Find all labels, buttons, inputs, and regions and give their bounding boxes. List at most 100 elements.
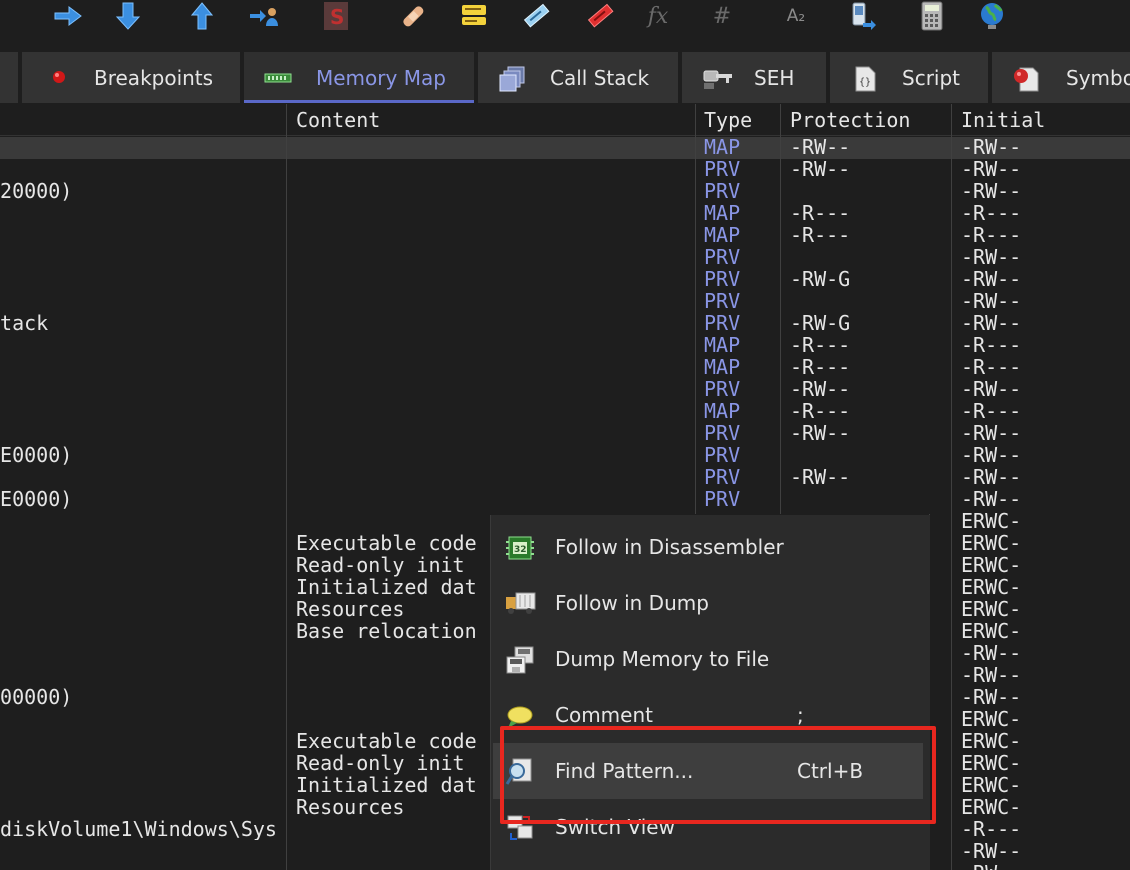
- function-icon[interactable]: fx: [642, 0, 674, 32]
- column-header-protection[interactable]: Protection: [790, 108, 910, 132]
- column-divider: [695, 104, 696, 514]
- protection-cell: -R---: [790, 223, 851, 247]
- tab-symbols[interactable]: Symbo: [992, 52, 1130, 103]
- tab-memory-map[interactable]: Memory Map: [244, 52, 474, 103]
- address-info-cell: diskVolume1\Windows\Sys: [0, 818, 277, 840]
- label-icon[interactable]: [520, 0, 552, 32]
- tab-memory-map-label: Memory Map: [316, 66, 446, 90]
- initial-cell: -RW--: [961, 663, 1022, 687]
- column-divider: [780, 104, 781, 514]
- dump-truck-icon: [505, 589, 536, 619]
- content-cell: Initialized dat: [296, 773, 477, 797]
- menu-item-follow-in-disassembler[interactable]: 32 Follow in Disassembler: [491, 519, 930, 575]
- initial-cell: -RW--: [961, 685, 1022, 709]
- svg-text:{}: {}: [859, 77, 871, 88]
- protection-cell: -RW--: [790, 135, 851, 159]
- type-cell: MAP: [704, 399, 741, 423]
- hash-icon[interactable]: #: [706, 0, 738, 32]
- calculator-icon[interactable]: [916, 0, 948, 32]
- type-cell: PRV: [704, 465, 741, 489]
- menu-item-dump-memory-to-file[interactable]: Dump Memory to File: [491, 631, 930, 687]
- type-cell: MAP: [704, 201, 741, 225]
- column-header-initial[interactable]: Initial: [961, 108, 1045, 132]
- type-cell: PRV: [704, 377, 741, 401]
- tab-previous-partial[interactable]: [0, 52, 18, 103]
- comment-icon[interactable]: [458, 0, 490, 32]
- seh-key-icon: [702, 65, 732, 91]
- initial-cell: -RW--: [961, 862, 1021, 870]
- symbols-icon: [1012, 65, 1039, 92]
- tab-seh[interactable]: SEH: [682, 52, 826, 103]
- address-info-cell: 1E0000): [0, 488, 73, 510]
- column-header-type[interactable]: Type: [704, 108, 752, 132]
- initial-cell: -RW--: [961, 421, 1022, 445]
- svg-text:S: S: [330, 5, 344, 29]
- run-to-user-code-icon[interactable]: [248, 0, 280, 32]
- protection-cell: -R---: [790, 355, 851, 379]
- tab-seh-label: SEH: [754, 66, 795, 90]
- address-info-cell: 200000): [0, 686, 73, 708]
- content-cell: Read-only init: [296, 751, 465, 775]
- execute-till-return-icon[interactable]: [186, 0, 218, 32]
- content-cell: Read-only init: [296, 553, 465, 577]
- initial-cell: -RW--: [961, 465, 1022, 489]
- step-into-down-icon[interactable]: [112, 0, 144, 32]
- memory-chip-icon: [264, 65, 292, 91]
- function-label: fx: [647, 3, 669, 29]
- svg-text:32: 32: [514, 545, 527, 555]
- initial-cell: -RW--: [961, 443, 1022, 467]
- initial-cell: ERWC-: [961, 531, 1022, 555]
- content-cell: Executable code: [296, 531, 477, 555]
- menu-item-label: Follow in Disassembler: [555, 535, 784, 559]
- bookmark-icon[interactable]: [584, 0, 616, 32]
- scylla-icon[interactable]: S: [320, 0, 352, 32]
- protection-cell: -R---: [790, 201, 851, 225]
- type-cell: MAP: [704, 223, 741, 247]
- protection-cell: -RW--: [790, 157, 851, 181]
- step-over-icon[interactable]: [52, 0, 84, 32]
- initial-cell: ERWC-: [961, 773, 1022, 797]
- menu-item-shortcut: ;: [797, 703, 804, 727]
- script-icon: {}: [852, 65, 878, 92]
- initial-cell: -RW--: [961, 377, 1022, 401]
- initial-cell: -RW--: [961, 179, 1022, 203]
- type-cell: MAP: [704, 135, 741, 159]
- column-header-content[interactable]: Content: [296, 108, 380, 132]
- content-cell: Executable code: [296, 729, 477, 753]
- type-cell: PRV: [704, 267, 741, 291]
- patch-icon[interactable]: [396, 0, 428, 32]
- device-icon[interactable]: [846, 0, 878, 32]
- type-cell: PRV: [704, 289, 741, 313]
- initial-cell: -RW--: [961, 135, 1022, 159]
- cpu-chip-icon: 32: [505, 533, 535, 563]
- protection-cell: -RW--: [790, 377, 851, 401]
- tab-call-stack[interactable]: Call Stack: [478, 52, 678, 103]
- initial-cell: -RW--: [961, 289, 1022, 313]
- debugger-toolbar: S fx # A₂: [0, 0, 1130, 46]
- column-divider: [951, 104, 952, 870]
- initial-cell: -RW--: [961, 839, 1022, 863]
- tab-breakpoints-label: Breakpoints: [94, 66, 214, 90]
- initial-cell: -R---: [961, 223, 1022, 247]
- content-cell: Resources: [296, 795, 405, 819]
- initial-cell: -RW--: [961, 487, 1022, 511]
- protection-cell: -RW-G: [790, 267, 851, 291]
- tab-breakpoints[interactable]: Breakpoints: [22, 52, 240, 103]
- initial-cell: ERWC-: [961, 597, 1022, 621]
- menu-item-follow-in-dump[interactable]: Follow in Dump: [491, 575, 930, 631]
- initial-cell: ERWC-: [961, 751, 1022, 775]
- initial-cell: -RW--: [961, 267, 1022, 291]
- highlight-annotation-box: [500, 726, 936, 824]
- menu-item-label: Comment: [555, 703, 653, 727]
- initial-cell: -RW--: [961, 311, 1022, 335]
- globe-icon[interactable]: [976, 0, 1008, 32]
- type-cell: PRV: [704, 421, 741, 445]
- grid-header: Content Type Protection Initial: [0, 104, 1130, 136]
- initial-cell: -RW--: [961, 245, 1022, 269]
- initial-cell: ERWC-: [961, 575, 1022, 599]
- type-cell: PRV: [704, 157, 741, 181]
- hash-label: #: [712, 3, 732, 29]
- tab-script[interactable]: {} Script: [830, 52, 988, 103]
- strings-icon[interactable]: A₂: [780, 0, 812, 32]
- initial-cell: ERWC-: [961, 619, 1022, 643]
